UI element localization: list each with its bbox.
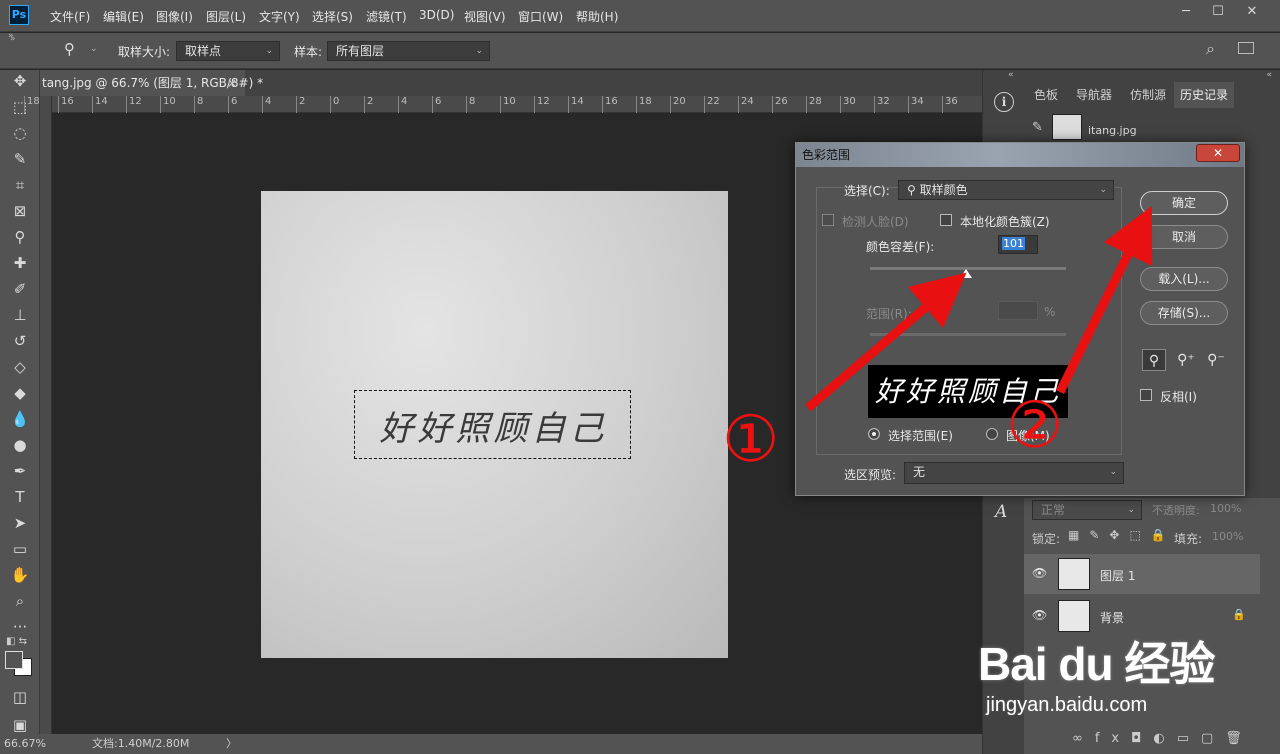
watermark-url: jingyan.baidu.com	[986, 694, 1148, 716]
baidu-logo: Bai du 经验	[978, 638, 1215, 690]
baidu-watermark: Bai du 经验 jingyan.baidu.com	[978, 628, 1278, 738]
annotation-number-1: ①	[722, 403, 780, 477]
annotation-arrow-2	[1055, 205, 1153, 394]
annotation-number-2: ②	[1006, 389, 1064, 463]
annotation-arrow-1	[805, 272, 967, 412]
